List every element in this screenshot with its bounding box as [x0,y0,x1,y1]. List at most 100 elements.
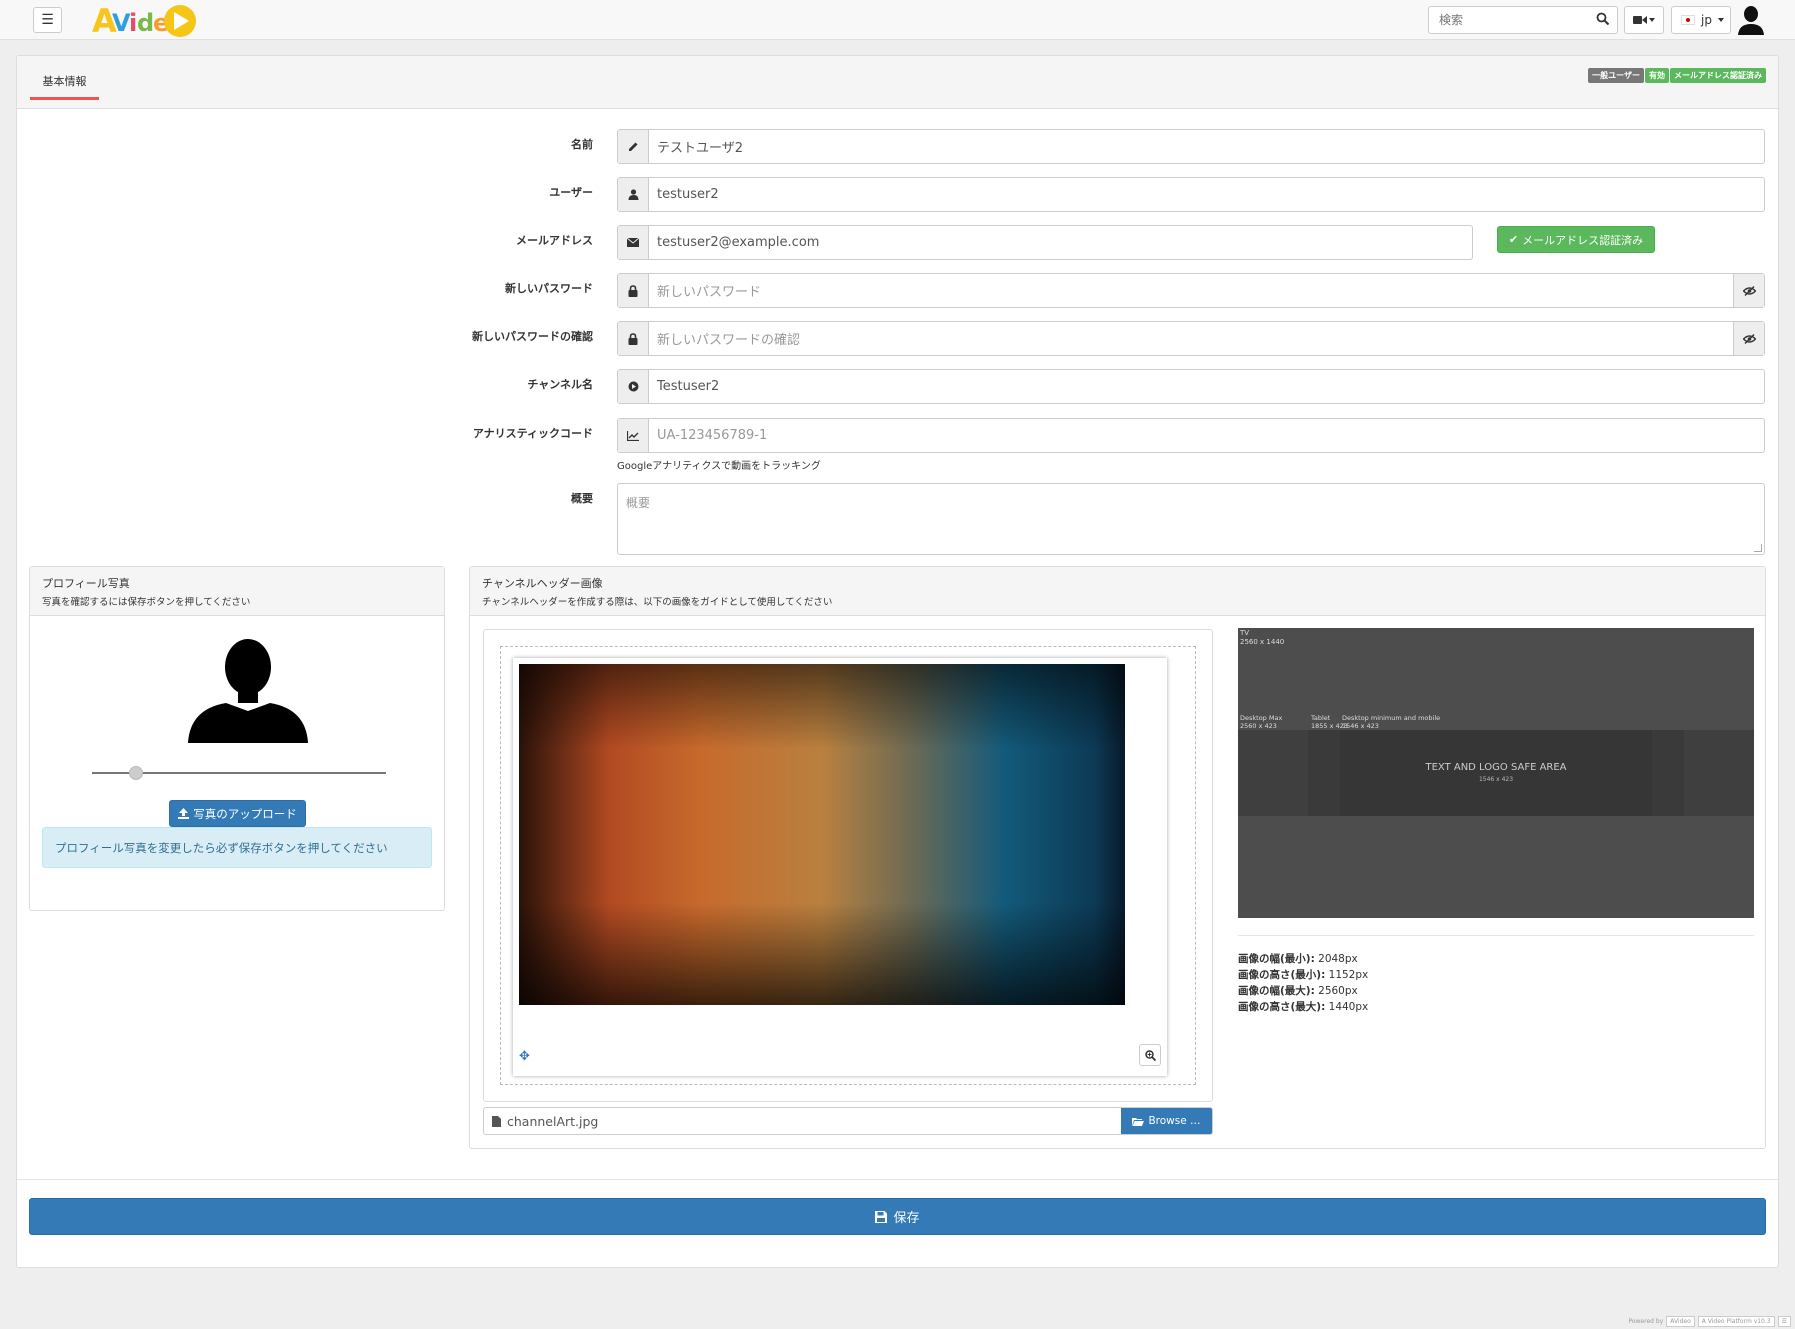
new-password-field-group[interactable]: 新しいパスワード [617,273,1765,308]
email-verified-button[interactable]: ✔ メールアドレス認証済み [1497,226,1655,253]
envelope-icon [618,226,649,259]
email-field-group[interactable]: testuser2@example.com [617,225,1473,260]
confirm-password-input[interactable]: 新しいパスワードの確認 [649,322,1733,355]
user-status-badges: 一般ユーザー 有効 メールアドレス認証済み [1588,68,1766,83]
guide-desktop-min-label: Desktop minimum and mobile 1546 x 423 [1342,714,1440,730]
user-input[interactable]: testuser2 [649,178,1764,211]
chevron-down-icon [1649,18,1655,22]
guide-tv-size: 2560 x 1440 [1240,638,1285,646]
profile-photo-preview [188,639,308,743]
guide-desktop-max-label: Desktop Max 2560 x 423 [1240,714,1282,730]
guide-desktop-min-title: Desktop minimum and mobile [1342,714,1441,722]
analytics-input[interactable]: UA-123456789-1 [649,419,1764,452]
powered-by-text: Powered by [1628,1318,1664,1325]
upload-photo-button[interactable]: 写真のアップロード [169,800,306,827]
crop-frame: ✥ [513,658,1167,1076]
search-input[interactable] [1429,7,1589,33]
lock-icon [618,274,649,307]
image-size-specs: 画像の幅(最小): 2048px 画像の高さ(最小): 1152px 画像の幅(… [1238,951,1368,1015]
footer-menu-icon[interactable]: ☰ [1777,1316,1791,1327]
email-verified-label: メールアドレス認証済み [1522,233,1644,247]
name-input[interactable]: テストユーザ2 [649,130,1764,163]
badge-active: 有効 [1645,68,1669,83]
zoom-in-icon [1144,1049,1156,1061]
channel-header-subtitle: チャンネルヘッダーを作成する際は、以下の画像をガイドとして使用してください [482,597,833,608]
confirm-password-field-group[interactable]: 新しいパスワードの確認 [617,321,1765,356]
hamburger-menu-button[interactable]: ☰ [33,7,62,33]
chart-icon [618,419,649,452]
channel-name-input[interactable]: Testuser2 [649,370,1764,403]
footer: Powered by AVideo A Video Platform v10.3… [1628,1316,1791,1327]
spec-row: 画像の高さ(最大): 1440px [1238,1001,1369,1013]
file-input-row[interactable]: channelArt.jpg Browse … [483,1107,1213,1135]
save-label: 保存 [893,1211,920,1226]
language-code: jp [1701,13,1712,27]
zoom-slider-handle[interactable] [129,766,144,780]
profile-photo-title: プロフィール写真 [42,577,130,590]
search-field[interactable] [1428,6,1618,34]
analytics-label: アナリスティックコード [472,427,593,440]
search-icon[interactable] [1596,12,1610,26]
channel-art-size-guide: TV 2560 x 1440 Desktop Max 2560 x 423 Ta… [1238,628,1754,918]
japan-flag-icon [1681,15,1695,25]
check-icon: ✔ [1508,233,1519,246]
profile-photo-panel: プロフィール写真 写真を確認するには保存ボタンを押してください 写真のアップロー… [29,566,445,911]
zoom-in-button[interactable] [1139,1044,1161,1066]
badge-email-verified: メールアドレス認証済み [1670,68,1766,83]
move-icon[interactable]: ✥ [519,1049,530,1064]
channel-header-title: チャンネルヘッダー画像 [482,577,603,590]
analytics-help-text: Googleアナリティクスで動画をトラッキング [617,461,821,472]
user-silhouette-icon[interactable] [1738,5,1764,35]
about-placeholder: 概要 [626,496,651,510]
user-icon [618,178,649,211]
avideo-logo[interactable]: A V i d e [92,2,198,40]
file-name-display: channelArt.jpg [484,1108,1121,1134]
folder-open-icon [1132,1117,1145,1126]
upload-video-dropdown[interactable] [1624,6,1664,34]
analytics-field-group[interactable]: UA-123456789-1 [617,418,1765,453]
channel-art-preview[interactable] [519,664,1125,1005]
upload-photo-label: 写真のアップロード [193,806,297,821]
save-button[interactable]: 保存 [29,1198,1766,1235]
chevron-down-icon [1717,18,1724,22]
image-cropper: ✥ [483,629,1213,1102]
footer-version-link[interactable]: A Video Platform v10.3 [1697,1316,1775,1327]
upload-icon [178,808,190,819]
video-camera-icon [1633,16,1647,24]
svg-text:i: i [129,9,137,37]
tab-bar: 基本情報 一般ユーザー 有効 メールアドレス認証済み [17,56,1778,109]
file-icon [492,1115,501,1127]
footer-brand-link[interactable]: AVideo [1666,1316,1695,1327]
badge-user-type: 一般ユーザー [1588,68,1644,83]
drop-zone[interactable]: ✥ [500,646,1196,1085]
profile-photo-subtitle: 写真を確認するには保存ボタンを押してください [42,597,251,608]
user-field-group[interactable]: testuser2 [617,177,1765,212]
channel-name-field-group[interactable]: Testuser2 [617,369,1765,404]
tab-basic-info[interactable]: 基本情報 [30,73,99,100]
guide-safe-area-text: TEXT AND LOGO SAFE AREA [1425,762,1567,773]
eye-slash-icon[interactable] [1733,274,1764,307]
email-input[interactable]: testuser2@example.com [649,226,1472,259]
guide-safe-area [1340,730,1652,816]
channel-header-header: チャンネルヘッダー画像 チャンネルヘッダーを作成する際は、以下の画像をガイドとし… [470,567,1765,616]
name-field-group[interactable]: テストユーザ2 [617,129,1765,164]
user-label: ユーザー [549,186,593,199]
resize-handle[interactable] [1754,544,1762,552]
browse-button[interactable]: Browse … [1121,1108,1212,1134]
email-label: メールアドレス [516,234,593,247]
browse-label: Browse … [1148,1115,1201,1127]
profile-photo-header: プロフィール写真 写真を確認するには保存ボタンを押してください [30,567,444,616]
guide-desktop-max-title: Desktop Max [1240,714,1283,722]
guide-tv-title: TV [1240,629,1250,637]
svg-text:d: d [137,9,154,37]
language-selector[interactable]: jp [1671,6,1731,34]
eye-slash-icon[interactable] [1733,322,1764,355]
guide-tv-label: TV 2560 x 1440 [1240,629,1284,647]
guide-desktop-max-size: 2560 x 423 [1240,722,1277,730]
about-textarea[interactable]: 概要 [617,483,1765,555]
spec-row: 画像の高さ(最小): 1152px [1238,969,1369,981]
file-name: channelArt.jpg [507,1113,599,1129]
guide-safe-area-size: 1546 x 423 [1478,776,1514,783]
new-password-input[interactable]: 新しいパスワード [649,274,1733,307]
profile-photo-notice: プロフィール写真を変更したら必ず保存ボタンを押してください [42,827,432,868]
